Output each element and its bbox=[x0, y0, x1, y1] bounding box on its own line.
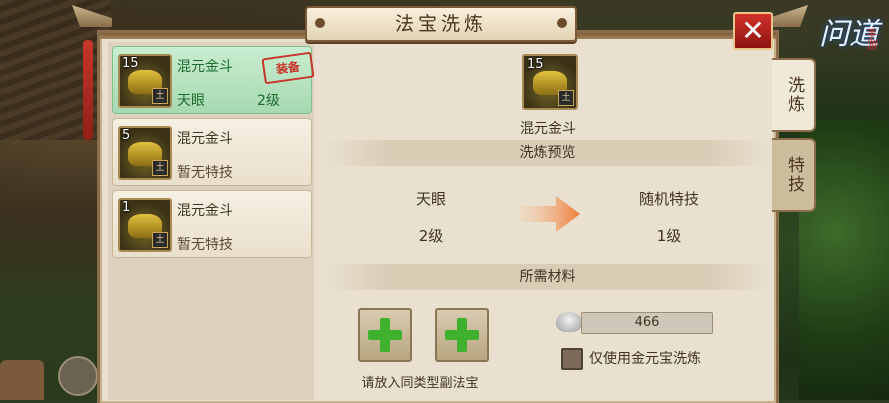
refine-detail: 15 土 混元金斗 洗炼预览 天眼 2级 随机特技 1级 所需材料 请放入同类型… bbox=[325, 42, 770, 400]
materials-section-title: 所需材料 bbox=[325, 264, 770, 290]
new-skill: 随机特技 bbox=[638, 190, 699, 208]
treasure-item[interactable]: 15 土 混元金斗 天眼 2级 装备 bbox=[112, 46, 315, 114]
lantern-decoration bbox=[83, 40, 93, 140]
treasure-level: 1 bbox=[122, 200, 131, 215]
material-slot-2[interactable] bbox=[435, 308, 489, 362]
treasure-item[interactable]: 5 土 混元金斗 暂无特技 bbox=[112, 118, 312, 186]
element-badge: 土 bbox=[152, 232, 168, 248]
window-title: 法宝洗炼 bbox=[305, 6, 577, 42]
treasure-name: 混元金斗 bbox=[177, 59, 233, 75]
selected-treasure-icon: 15 土 bbox=[522, 54, 578, 110]
material-hint: 请放入同类型副法宝 bbox=[361, 376, 479, 391]
selected-treasure-level: 15 bbox=[527, 57, 544, 72]
treasure-skill: 暂无特技 bbox=[177, 237, 233, 253]
treasure-name: 混元金斗 bbox=[177, 131, 233, 147]
logo-subtext: 手游 bbox=[865, 28, 878, 50]
selected-treasure-name: 混元金斗 bbox=[520, 121, 576, 137]
treasure-skill: 天眼 bbox=[177, 93, 205, 109]
plus-icon-vertical bbox=[380, 318, 390, 352]
tab-refine[interactable]: 洗炼 bbox=[772, 58, 816, 132]
treasure-level: 15 bbox=[122, 56, 139, 71]
element-badge: 土 bbox=[558, 90, 574, 106]
treasure-level: 5 bbox=[122, 128, 131, 143]
treasure-skill-level: 2级 bbox=[257, 93, 280, 109]
current-skill-level: 2级 bbox=[418, 227, 444, 245]
treasure-icon: 1 土 bbox=[118, 198, 172, 252]
treasure-list: 15 土 混元金斗 天眼 2级 装备 5 土 混元金斗 暂无特技 1 土 混元金… bbox=[108, 42, 315, 400]
element-badge: 土 bbox=[152, 88, 168, 104]
material-slot-1[interactable] bbox=[358, 308, 412, 362]
close-button[interactable]: ✕ bbox=[733, 12, 773, 50]
preview-section-title: 洗炼预览 bbox=[325, 140, 770, 166]
silver-ingot-icon bbox=[556, 312, 582, 332]
gold-only-checkbox[interactable] bbox=[561, 348, 583, 370]
treasure-icon: 15 土 bbox=[118, 54, 172, 108]
game-logo: 问道 手游 bbox=[819, 20, 879, 100]
arrow-right-icon bbox=[520, 196, 580, 232]
current-skill: 天眼 bbox=[415, 190, 446, 208]
element-badge: 土 bbox=[152, 160, 168, 176]
gold-only-label[interactable]: 仅使用金元宝洗炼 bbox=[589, 348, 701, 368]
new-skill-level: 1级 bbox=[656, 227, 682, 245]
friends-button[interactable] bbox=[0, 360, 44, 400]
silver-cost: 466 bbox=[581, 312, 713, 334]
chat-button[interactable] bbox=[58, 356, 98, 396]
treasure-item[interactable]: 1 土 混元金斗 暂无特技 bbox=[112, 190, 312, 258]
equipped-stamp: 装备 bbox=[261, 51, 315, 85]
tab-special-skill[interactable]: 特技 bbox=[772, 138, 816, 212]
treasure-icon: 5 土 bbox=[118, 126, 172, 180]
treasure-skill: 暂无特技 bbox=[177, 165, 233, 181]
plus-icon-vertical bbox=[457, 318, 467, 352]
treasure-name: 混元金斗 bbox=[177, 203, 233, 219]
